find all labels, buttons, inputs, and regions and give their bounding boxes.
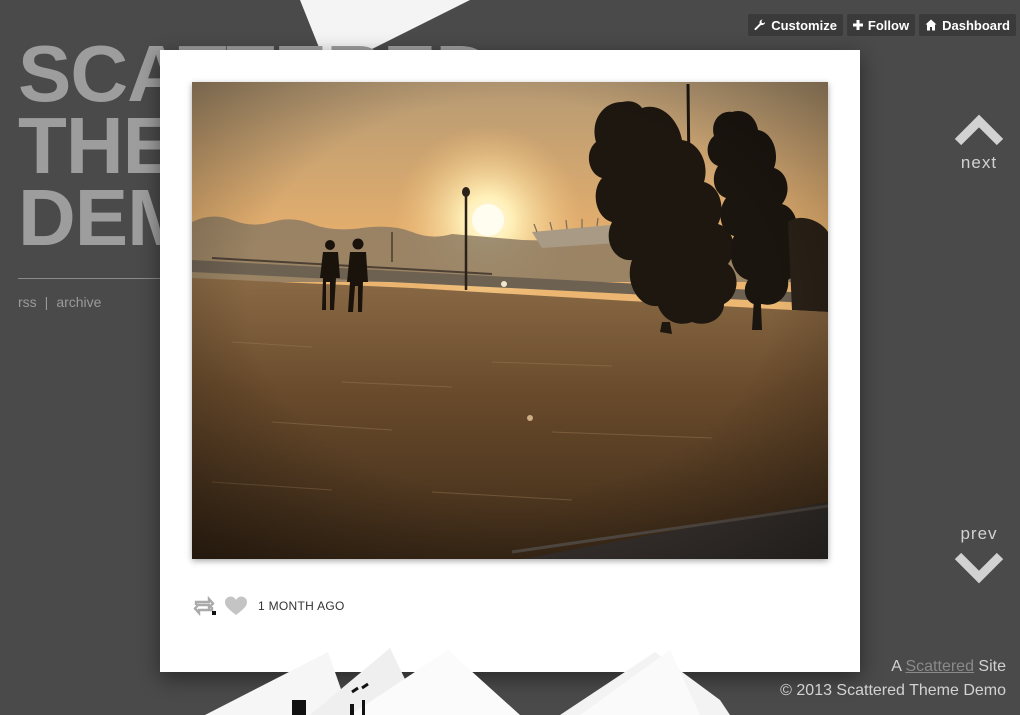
paper-decoration-bottom xyxy=(205,648,730,715)
archive-link[interactable]: archive xyxy=(56,294,101,310)
site-links: rss | archive xyxy=(18,294,101,310)
chevron-down-icon xyxy=(954,552,1004,584)
home-icon xyxy=(925,19,937,31)
next-post-link[interactable]: next xyxy=(952,112,1006,173)
dashboard-label: Dashboard xyxy=(942,17,1010,33)
customize-button[interactable]: Customize xyxy=(748,14,843,36)
post-timestamp[interactable]: 1 MONTH AGO xyxy=(258,599,345,613)
follow-label: Follow xyxy=(867,17,910,33)
chevron-up-icon xyxy=(954,114,1004,146)
dashboard-button[interactable]: Dashboard xyxy=(919,14,1016,36)
rss-link[interactable]: rss xyxy=(18,294,37,310)
prev-post-link[interactable]: prev xyxy=(952,524,1006,589)
prev-label: prev xyxy=(960,524,998,543)
footer-credit: A Scattered Site xyxy=(780,655,1006,679)
link-separator: | xyxy=(44,294,49,310)
footer-suffix: Site xyxy=(978,658,1006,675)
wrench-icon xyxy=(754,19,766,31)
post-card: 1 MONTH AGO xyxy=(160,50,860,672)
footer-copyright: © 2013 Scattered Theme Demo xyxy=(780,682,1006,699)
heart-icon[interactable] xyxy=(224,596,248,616)
follow-button[interactable]: Follow xyxy=(846,14,916,36)
site-footer: A Scattered Site © 2013 Scattered Theme … xyxy=(780,655,1006,703)
tumblr-controls: Customize Follow Dashboard xyxy=(748,14,1016,36)
post-photo[interactable] xyxy=(192,82,828,559)
title-divider xyxy=(18,278,178,279)
footer-prefix: A xyxy=(891,658,902,675)
scattered-link[interactable]: Scattered xyxy=(905,658,973,675)
post-meta: 1 MONTH AGO xyxy=(192,596,345,616)
reblog-icon[interactable] xyxy=(192,596,216,616)
plus-icon xyxy=(852,20,863,30)
customize-label: Customize xyxy=(771,17,837,33)
next-label: next xyxy=(960,153,998,172)
